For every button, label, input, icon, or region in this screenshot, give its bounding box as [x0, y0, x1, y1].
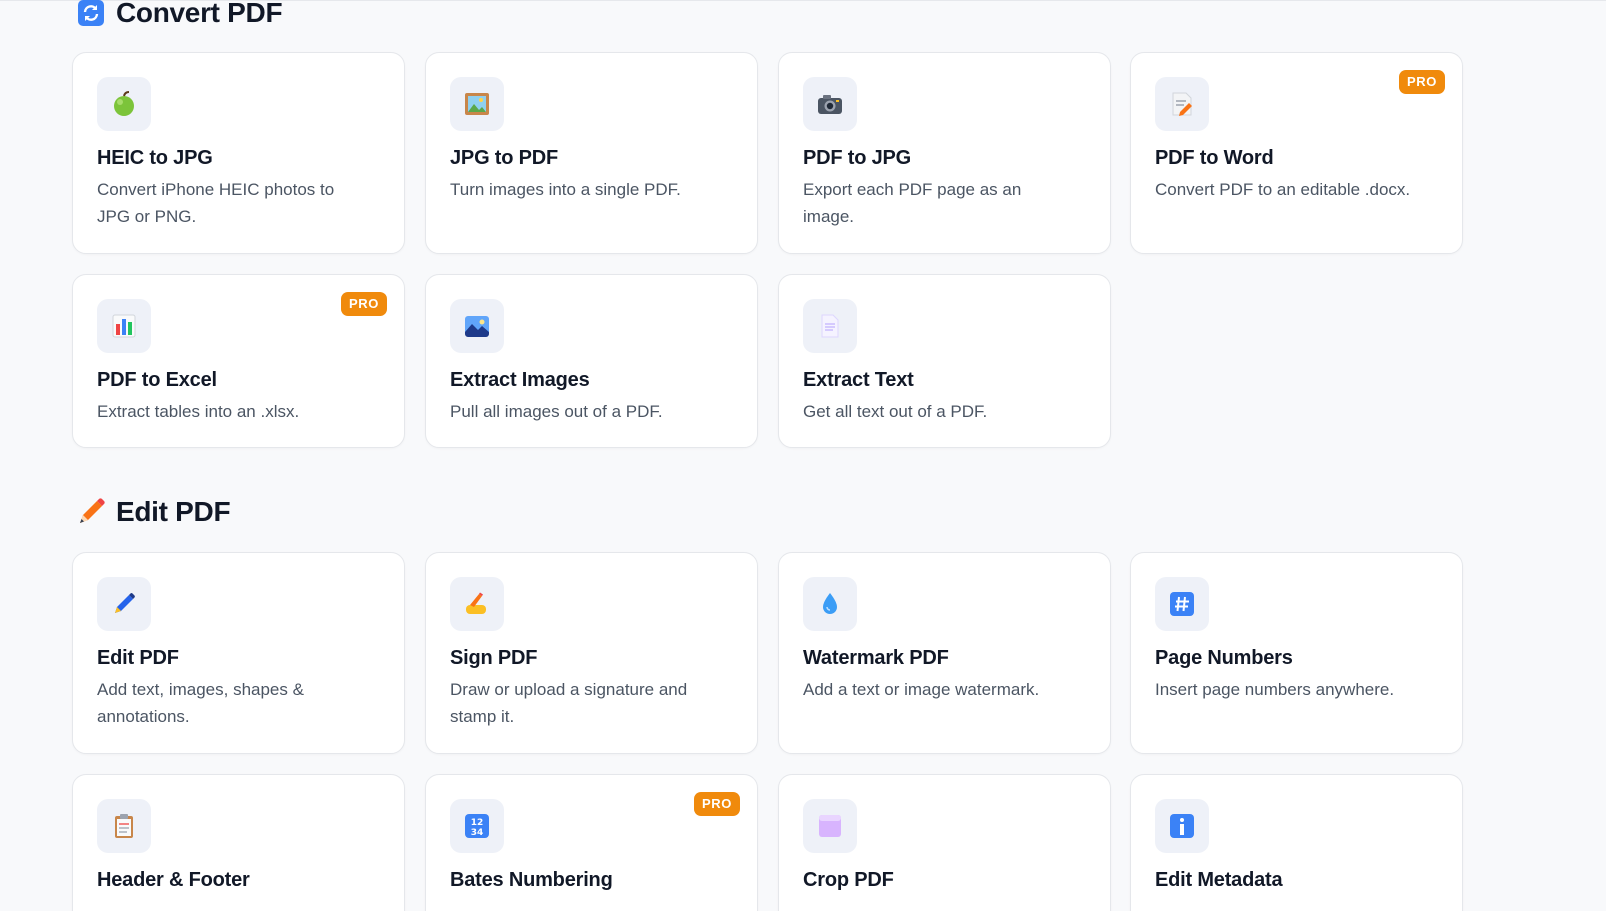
svg-text:34: 34: [471, 828, 484, 838]
card-title: Crop PDF: [803, 869, 894, 891]
tool-card-watermark-pdf[interactable]: Watermark PDF Add a text or image waterm…: [778, 552, 1111, 754]
tool-card-edit-metadata[interactable]: Edit Metadata: [1130, 774, 1463, 911]
card-description: Convert PDF to an editable .docx.: [1155, 180, 1411, 199]
tile: [1155, 577, 1209, 631]
memo-icon: [1172, 92, 1192, 116]
pro-badge: PRO: [1399, 70, 1445, 94]
card-description: Add text, images, shapes & annotations.: [97, 680, 304, 726]
tile: [450, 577, 504, 631]
landscape-icon: [465, 316, 489, 337]
card-title: Edit Metadata: [1155, 869, 1283, 891]
writing-hand-icon: [466, 592, 486, 614]
green-apple-icon: [114, 91, 134, 116]
tool-card-page-numbers[interactable]: Page Numbers Insert page numbers anywher…: [1130, 552, 1463, 754]
pencil-icon: [76, 497, 106, 527]
tool-card-extract-text[interactable]: Extract Text Get all text out of a PDF.: [778, 274, 1111, 448]
framed-picture-icon: [465, 93, 489, 115]
tool-card-bates-numbering[interactable]: 12 34 PRO Bates Numbering: [425, 774, 758, 911]
numbers-1234-icon: 12 34: [465, 814, 489, 838]
tool-card-pdf-to-excel[interactable]: PRO PDF to Excel Extract tables into an …: [72, 274, 405, 448]
card-description: Convert iPhone HEIC photos to JPG or PNG…: [97, 180, 335, 226]
tile: [803, 577, 857, 631]
card-title: PDF to Word: [1155, 147, 1274, 169]
card-title: Extract Text: [803, 369, 914, 391]
card-description: Insert page numbers anywhere.: [1155, 680, 1395, 699]
tool-card-extract-images[interactable]: Extract Images Pull all images out of a …: [425, 274, 758, 448]
pro-badge: PRO: [341, 292, 387, 316]
card-title: Bates Numbering: [450, 869, 613, 891]
tile: [1155, 799, 1209, 853]
tile: [803, 77, 857, 131]
tool-card-pdf-to-jpg[interactable]: PDF to JPG Export each PDF page as an im…: [778, 52, 1111, 254]
tool-card-heic-to-jpg[interactable]: HEIC to JPG Convert iPhone HEIC photos t…: [72, 52, 405, 254]
tile: [97, 799, 151, 853]
section-heading-convert-pdf: Convert PDF: [76, 0, 283, 30]
card-title: JPG to PDF: [450, 147, 559, 169]
section-heading-edit-pdf: Edit PDF: [76, 495, 231, 529]
card-description: Turn images into a single PDF.: [450, 180, 681, 199]
card-title: PDF to JPG: [803, 147, 912, 169]
card-description: Extract tables into an .xlsx.: [97, 402, 300, 421]
tile: [450, 77, 504, 131]
info-icon: [1170, 814, 1194, 838]
pen-icon: [115, 593, 135, 613]
tool-card-crop-pdf[interactable]: Crop PDF: [778, 774, 1111, 911]
droplet-icon: [823, 593, 837, 614]
tool-card-jpg-to-pdf[interactable]: JPG to PDF Turn images into a single PDF…: [425, 52, 758, 254]
tile: [450, 299, 504, 353]
tool-card-edit-pdf[interactable]: Edit PDF Add text, images, shapes & anno…: [72, 552, 405, 754]
card-description: Pull all images out of a PDF.: [450, 402, 663, 421]
card-description: Add a text or image watermark.: [803, 680, 1040, 699]
clipboard-icon: [115, 814, 133, 838]
tool-card-sign-pdf[interactable]: Sign PDF Draw or upload a signature and …: [425, 552, 758, 754]
card-description: Draw or upload a signature and stamp it.: [450, 680, 688, 726]
tile: [1155, 77, 1209, 131]
card-title: PDF to Excel: [97, 369, 217, 391]
tile: [97, 77, 151, 131]
card-title: Extract Images: [450, 369, 590, 391]
svg-text:12: 12: [471, 818, 484, 828]
card-title: Page Numbers: [1155, 647, 1293, 669]
card-title: Edit PDF: [97, 647, 179, 669]
tile: [97, 577, 151, 631]
card-title: HEIC to JPG: [97, 147, 213, 169]
tile: [97, 299, 151, 353]
card-title: Watermark PDF: [803, 647, 949, 669]
section-title: Convert PDF: [116, 0, 283, 28]
tile: [803, 799, 857, 853]
card-description: Export each PDF page as an image.: [803, 180, 1022, 226]
camera-icon: [818, 95, 842, 114]
card-title: Header & Footer: [97, 869, 250, 891]
tool-card-header-footer[interactable]: Header & Footer: [72, 774, 405, 911]
pro-badge: PRO: [694, 792, 740, 816]
section-title: Edit PDF: [116, 496, 231, 527]
square-crop-icon: [819, 815, 841, 837]
tool-card-pdf-to-word[interactable]: PRO PDF to Word Convert PDF to an editab…: [1130, 52, 1463, 254]
page-icon: [821, 314, 839, 338]
bar-chart-icon: [112, 314, 136, 338]
tile: [803, 299, 857, 353]
hash-keycap-icon: [1170, 592, 1194, 616]
arrows-cycle-icon: [76, 0, 106, 28]
tile: 12 34: [450, 799, 504, 853]
card-description: Get all text out of a PDF.: [803, 402, 988, 421]
card-title: Sign PDF: [450, 647, 538, 669]
